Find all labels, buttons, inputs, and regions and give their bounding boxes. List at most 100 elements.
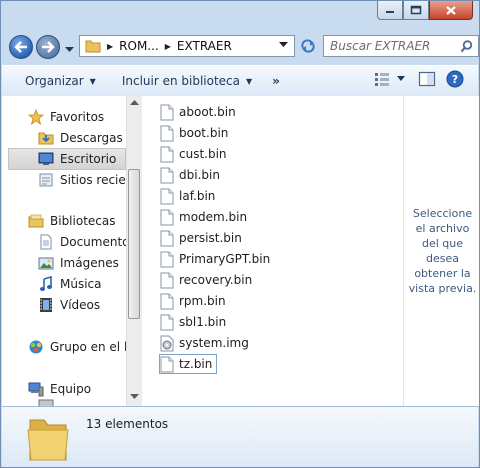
refresh-icon [301,39,315,53]
nav-computer-label: Equipo [50,382,92,396]
file-icon [160,251,174,267]
file-icon [160,125,174,141]
file-item[interactable]: modem.bin [160,207,247,227]
nav-videos[interactable]: Vídeos [38,294,100,316]
nav-libraries[interactable]: Bibliotecas [28,210,115,232]
file-name: persist.bin [179,231,242,245]
preview-pane-icon[interactable] [418,71,436,87]
search-box[interactable] [323,35,479,57]
file-name: PrimaryGPT.bin [179,252,271,266]
recent-pages-dropdown[interactable] [65,42,74,56]
back-button[interactable] [9,35,33,59]
breadcrumb-separator[interactable]: ▶ [107,42,113,51]
file-list: aboot.bin boot.bin cust.bin dbi.bin laf.bin m… [142,96,403,406]
nav-music-label: Música [60,277,102,291]
preview-message: Seleccione el archivo del que desea obte… [408,207,477,295]
address-bar[interactable]: ▶ ROM... ▶ EXTRAER [79,35,295,57]
nav-homegroup-label: Grupo en el ho [50,340,126,354]
chevron-down-icon: ▼ [89,76,96,86]
caption-buttons [377,1,473,21]
nav-videos-label: Vídeos [60,298,101,312]
videos-icon [38,297,54,313]
scrollbar-thumb[interactable] [128,169,140,319]
maximize-button[interactable] [403,1,429,20]
file-name: recovery.bin [179,273,253,287]
nav-recent-places[interactable]: Sitios recient [38,169,126,191]
file-name: aboot.bin [179,105,236,119]
breadcrumb-rom[interactable]: ROM... [119,39,159,53]
nav-music[interactable]: Música [38,273,102,295]
item-count: 13 elementos [86,417,169,431]
file-item[interactable]: dbi.bin [160,165,220,185]
close-button[interactable] [429,1,473,20]
nav-libraries-label: Bibliotecas [50,214,116,228]
nav-homegroup[interactable]: Grupo en el ho [28,336,126,358]
file-item[interactable]: laf.bin [160,186,215,206]
include-in-library-menu[interactable]: Incluir en biblioteca ▼ [116,69,258,93]
breadcrumb-separator[interactable]: ▶ [165,42,171,51]
scroll-down-icon[interactable] [130,394,139,400]
details-pane: 13 elementos [2,406,478,467]
file-item[interactable]: aboot.bin [160,102,236,122]
help-icon[interactable]: ? [446,70,464,88]
file-item[interactable]: rpm.bin [160,291,226,311]
computer-icon [28,381,44,397]
file-icon [160,209,174,225]
forward-button[interactable] [36,35,60,59]
disk-image-file-icon [160,335,174,351]
search-input[interactable] [330,39,456,53]
search-icon[interactable] [460,40,473,53]
change-view-button[interactable] [374,72,408,86]
file-name: rpm.bin [179,294,226,308]
maximize-icon [410,5,422,15]
file-name: sbl1.bin [179,315,227,329]
nav-computer[interactable]: Equipo [28,378,91,400]
file-name: system.img [179,336,249,350]
file-name: dbi.bin [179,168,220,182]
navigation-scrollbar[interactable] [126,96,142,406]
file-item[interactable]: tz.bin [159,354,218,374]
file-item[interactable]: sbl1.bin [160,312,226,332]
organize-menu[interactable]: Organizar ▼ [19,69,102,93]
file-icon [160,188,174,204]
drive-icon [38,399,54,406]
scroll-up-icon[interactable] [130,100,139,106]
file-icon [160,356,174,372]
file-item[interactable]: PrimaryGPT.bin [160,249,270,269]
file-icon [160,167,174,183]
folder-icon [27,419,69,461]
file-item[interactable]: recovery.bin [160,270,252,290]
images-icon [38,255,54,271]
content-area: Favoritos Descargas Escritorio Sitios re… [2,96,479,406]
svg-text:?: ? [452,73,458,86]
nav-documents-label: Documentos [60,235,126,249]
desktop-icon [38,151,54,167]
nav-documents[interactable]: Documentos [38,231,126,253]
nav-favorites[interactable]: Favoritos [28,106,104,128]
breadcrumb-extraer[interactable]: EXTRAER [177,39,232,53]
file-item[interactable]: persist.bin [160,228,242,248]
nav-drive-partial[interactable] [38,399,60,406]
arrow-right-icon [42,41,55,53]
more-commands-button[interactable]: » [266,69,285,93]
toolbar-right: ? [374,70,464,88]
nav-images[interactable]: Imágenes [38,252,119,274]
file-icon [160,146,174,162]
address-row: ▶ ROM... ▶ EXTRAER [9,33,479,61]
file-name: modem.bin [179,210,248,224]
file-item[interactable]: boot.bin [160,123,228,143]
nav-desktop[interactable]: Escritorio [8,148,126,170]
chevron-down-icon[interactable] [279,42,288,48]
refresh-button[interactable] [297,35,319,57]
minimize-button[interactable] [377,1,403,20]
file-icon [160,272,174,288]
preview-pane: Seleccione el archivo del que desea obte… [403,96,479,406]
recent-places-icon [38,172,54,188]
nav-desktop-label: Escritorio [60,152,117,166]
command-bar: Organizar ▼ Incluir en biblioteca ▼ » ? [2,65,478,97]
nav-downloads[interactable]: Descargas [38,127,123,149]
file-name: tz.bin [179,357,213,371]
homegroup-icon [28,339,44,355]
file-item[interactable]: cust.bin [160,144,227,164]
file-item[interactable]: system.img [160,333,249,353]
